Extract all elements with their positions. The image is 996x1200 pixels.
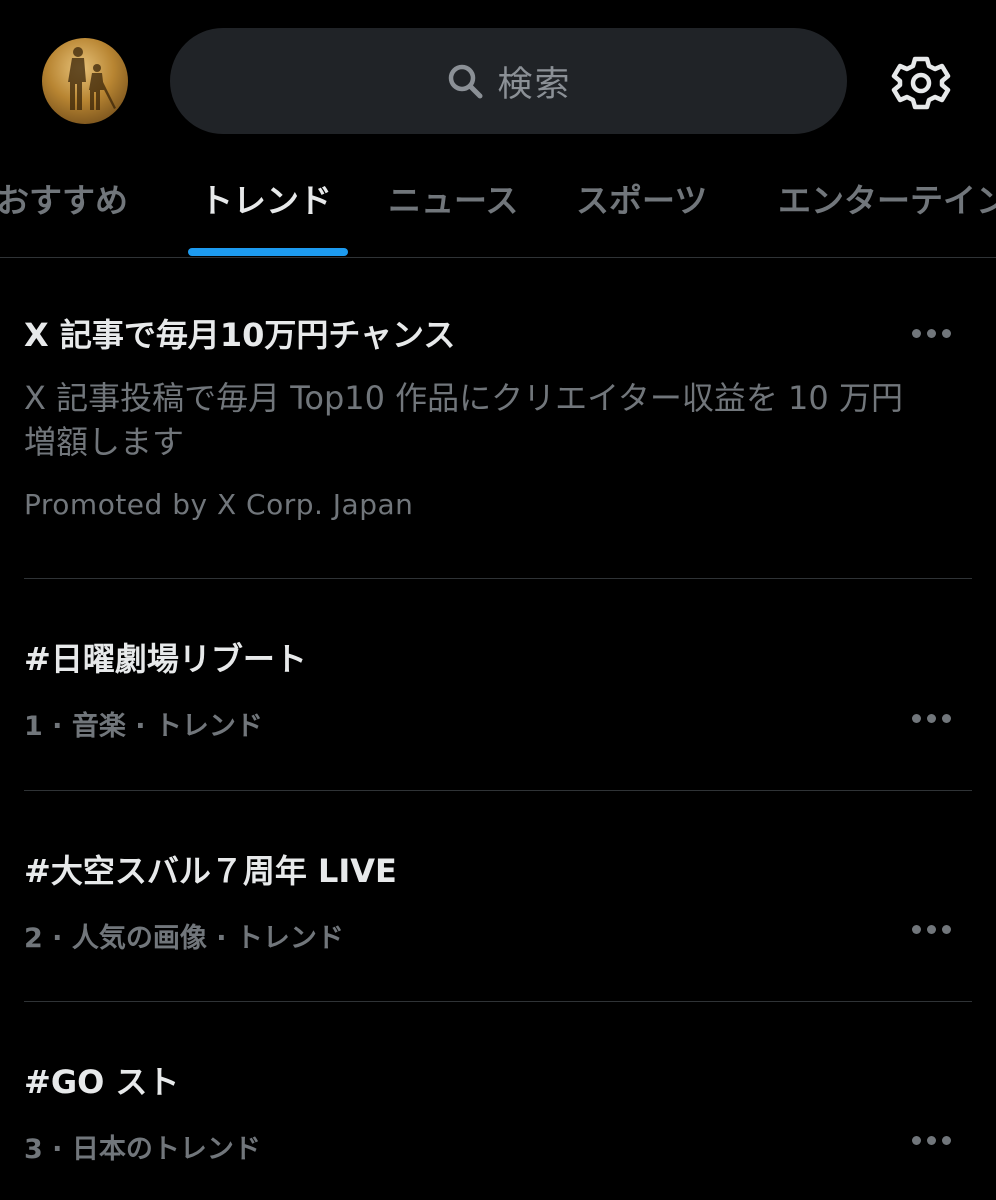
divider: [24, 1001, 972, 1002]
top-bar: 検索: [0, 0, 996, 160]
more-options-icon[interactable]: [912, 925, 952, 937]
trend-title: #GO スト: [24, 1063, 180, 1101]
active-tab-indicator: [188, 248, 348, 256]
promoted-description-line1: X 記事投稿で毎月 Top10 作品にクリエイター収益を 10 万円: [24, 379, 903, 417]
promoted-item[interactable]: X 記事で毎月10万円チャンス X 記事投稿で毎月 Top10 作品にクリエイタ…: [24, 310, 972, 550]
search-icon: [449, 64, 483, 99]
trend-item[interactable]: #日曜劇場リブート 1 · 音楽 · トレンド: [24, 634, 972, 744]
trend-title: #日曜劇場リブート: [24, 640, 307, 678]
trend-title: #大空スバル７周年 LIVE: [24, 852, 397, 890]
avatar-image: [68, 47, 116, 110]
avatar[interactable]: [42, 38, 128, 124]
promoted-description-line2: 増額します: [24, 423, 185, 461]
tab-recommended[interactable]: おすすめ: [0, 174, 128, 222]
divider: [24, 578, 972, 579]
more-options-icon[interactable]: [912, 714, 952, 726]
tab-entertainment[interactable]: エンターテイン: [778, 174, 996, 222]
search-input[interactable]: 検索: [170, 28, 847, 134]
divider: [24, 790, 972, 791]
tab-bar: おすすめ トレンド ニュース スポーツ エンターテイン: [0, 160, 996, 258]
tab-sports[interactable]: スポーツ: [576, 174, 707, 222]
promoted-title: X 記事で毎月10万円チャンス: [24, 316, 456, 354]
trend-item[interactable]: #GO スト 3 · 日本のトレンド: [24, 1057, 972, 1167]
trend-meta: 2 · 人気の画像 · トレンド: [24, 923, 344, 954]
gear-icon[interactable]: [890, 52, 952, 114]
promoted-by-label: Promoted by X Corp. Japan: [24, 488, 414, 521]
tab-trending[interactable]: トレンド: [200, 174, 332, 222]
trend-meta: 1 · 音楽 · トレンド: [24, 711, 263, 742]
search-placeholder: 検索: [497, 64, 572, 105]
more-options-icon[interactable]: [912, 329, 952, 341]
tab-news[interactable]: ニュース: [388, 174, 518, 222]
trend-item[interactable]: #大空スバル７周年 LIVE 2 · 人気の画像 · トレンド: [24, 846, 972, 956]
trend-meta: 3 · 日本のトレンド: [24, 1134, 261, 1165]
more-options-icon[interactable]: [912, 1136, 952, 1148]
